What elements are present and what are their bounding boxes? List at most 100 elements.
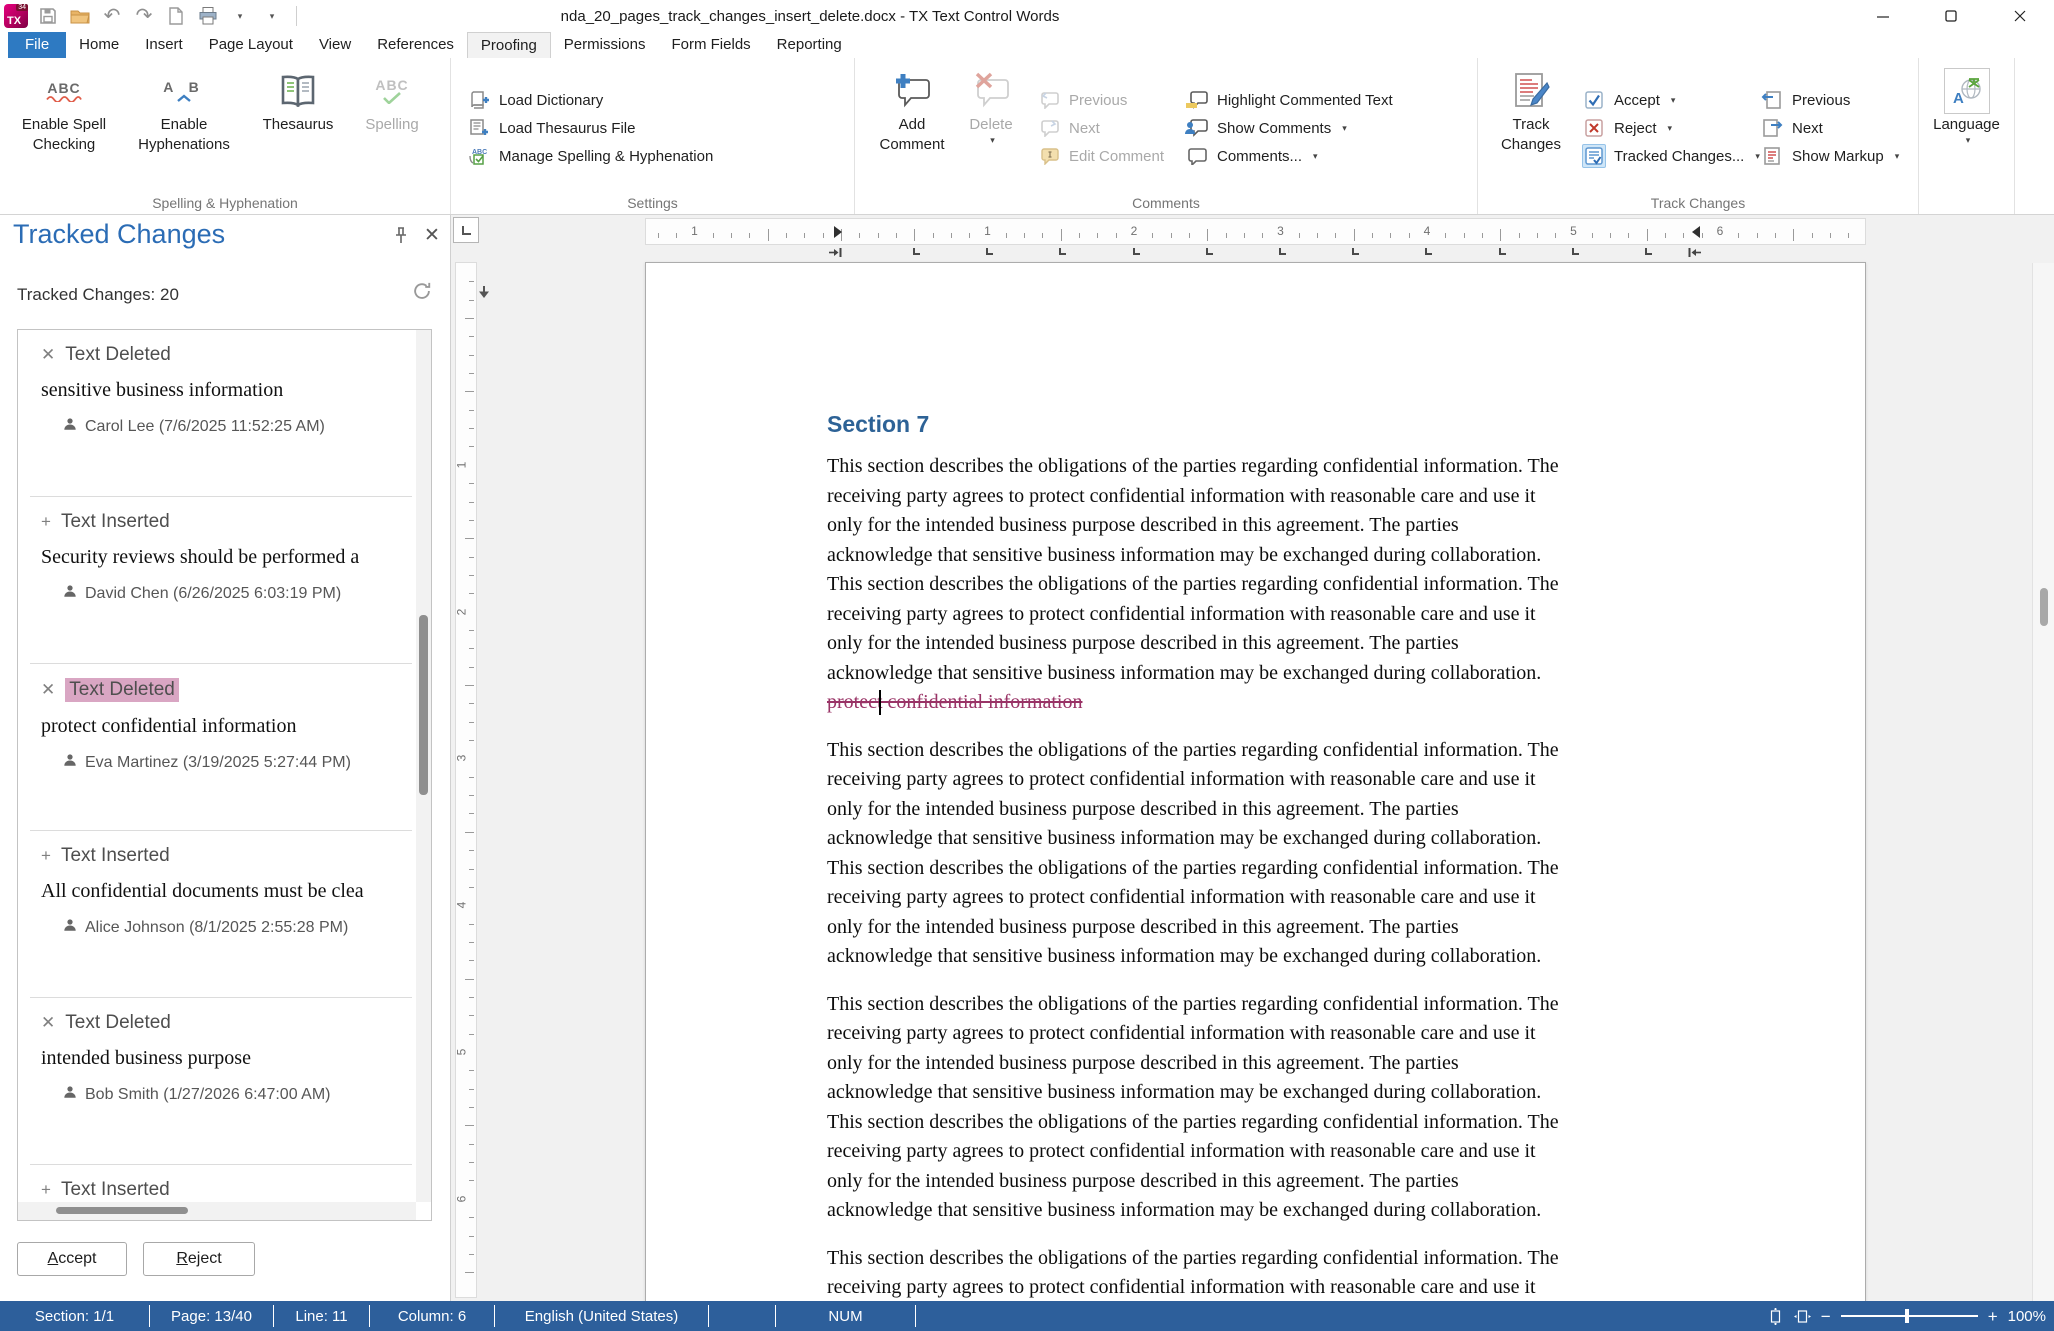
tab-references[interactable]: References	[364, 32, 467, 58]
zoom-slider-thumb[interactable]	[1905, 1309, 1909, 1323]
comments-dialog-dropdown-icon[interactable]: ▾	[1313, 151, 1318, 162]
load-thesaurus-file-button[interactable]: Load Thesaurus File	[459, 114, 721, 142]
left-margin-marker[interactable]	[834, 226, 842, 238]
document-page[interactable]: Section 7This section describes the obli…	[645, 262, 1866, 1301]
tab-home[interactable]: Home	[66, 32, 132, 58]
thesaurus-button[interactable]: Thesaurus	[248, 58, 348, 214]
tab-insert[interactable]: Insert	[132, 32, 196, 58]
ruler-tick	[469, 1144, 474, 1145]
manage-spelling-hyphenation-button[interactable]: ABC Manage Spelling & Hyphenation	[459, 142, 721, 170]
tab-reporting[interactable]: Reporting	[764, 32, 855, 58]
print-dropdown-icon[interactable]: ▾	[228, 4, 252, 28]
right-indent-marker[interactable]	[1687, 247, 1702, 258]
tab-stop-marker[interactable]	[1279, 248, 1286, 255]
reject-button[interactable]: Reject	[143, 1242, 255, 1276]
enable-spell-checking-button[interactable]: ABC Enable Spell Checking	[8, 58, 120, 214]
qat-customize-dropdown-icon[interactable]: ▾	[260, 4, 284, 28]
list-vertical-scrollbar[interactable]	[416, 330, 431, 1202]
tracked-change-item[interactable]: +Text InsertedSecurity reviews should be…	[18, 497, 416, 664]
fit-width-icon[interactable]	[1794, 1308, 1811, 1325]
print-icon[interactable]	[196, 4, 220, 28]
delete-comment-button[interactable]: Delete ▾	[953, 58, 1029, 214]
reject-dropdown-icon[interactable]: ▾	[1668, 123, 1673, 134]
tab-form-fields[interactable]: Form Fields	[658, 32, 763, 58]
vertical-ruler[interactable]: 123456	[455, 262, 477, 1298]
list-vertical-scrollbar-thumb[interactable]	[419, 615, 428, 795]
enable-hyphenations-button[interactable]: A B Enable Hyphenations	[120, 58, 248, 214]
panel-close-icon[interactable]: ✕	[424, 224, 440, 247]
reject-change-button[interactable]: Reject ▾	[1574, 114, 1752, 142]
tab-stop-marker[interactable]	[986, 248, 993, 255]
load-dictionary-button[interactable]: Load Dictionary	[459, 86, 721, 114]
previous-comment-button[interactable]: Previous	[1029, 86, 1177, 114]
redo-icon[interactable]: ↷	[132, 4, 156, 28]
previous-change-button[interactable]: Previous	[1752, 86, 1912, 114]
tab-stop-marker[interactable]	[1206, 248, 1213, 255]
status-language[interactable]: English (United States)	[495, 1305, 709, 1327]
next-comment-button[interactable]: Next	[1029, 114, 1177, 142]
tracked-change-item[interactable]: ✕Text Deletedintended business purposeBo…	[18, 998, 416, 1165]
tab-file[interactable]: File	[8, 32, 66, 58]
tab-proofing[interactable]: Proofing	[467, 32, 551, 58]
new-document-icon[interactable]	[164, 4, 188, 28]
list-horizontal-scrollbar-thumb[interactable]	[56, 1207, 188, 1214]
refresh-icon[interactable]	[412, 281, 432, 306]
tab-page-layout[interactable]: Page Layout	[196, 32, 306, 58]
language-button[interactable]: A Language ▾	[1919, 58, 2014, 214]
tab-stop-marker[interactable]	[1425, 248, 1432, 255]
track-changes-button[interactable]: Track Changes	[1488, 58, 1574, 214]
show-comments-button[interactable]: Show Comments ▾	[1177, 114, 1477, 142]
tracked-change-item[interactable]: ✕Text Deletedsensitive business informat…	[18, 330, 416, 497]
tab-stop-marker[interactable]	[1645, 248, 1652, 255]
pin-icon[interactable]	[393, 227, 409, 250]
tab-selector-box[interactable]	[453, 217, 479, 243]
zoom-out-button[interactable]: −	[1821, 1308, 1831, 1325]
tab-stop-marker[interactable]	[1572, 248, 1579, 255]
save-icon[interactable]	[36, 4, 60, 28]
highlight-commented-text-button[interactable]: Highlight Commented Text	[1177, 86, 1477, 114]
fit-page-icon[interactable]	[1767, 1308, 1784, 1325]
tx-logo-icon[interactable]: TX 34	[4, 4, 28, 28]
right-margin-marker[interactable]	[1692, 226, 1700, 238]
close-button[interactable]	[1986, 0, 2054, 32]
open-icon[interactable]	[68, 4, 92, 28]
accept-dropdown-icon[interactable]: ▾	[1671, 95, 1676, 106]
tracked-change-item[interactable]: +Text Inserted	[18, 1165, 416, 1202]
show-markup-dropdown-icon[interactable]: ▾	[1895, 151, 1900, 162]
tab-permissions[interactable]: Permissions	[551, 32, 659, 58]
tab-stop-marker[interactable]	[1133, 248, 1140, 255]
delete-dropdown-icon[interactable]: ▾	[990, 135, 995, 146]
tab-stop-marker[interactable]	[1499, 248, 1506, 255]
zoom-slider[interactable]	[1841, 1315, 1978, 1317]
document-text[interactable]: Section 7This section describes the obli…	[827, 263, 1707, 1301]
maximize-button[interactable]	[1917, 0, 1985, 32]
next-change-button[interactable]: Next	[1752, 114, 1912, 142]
show-comments-dropdown-icon[interactable]: ▾	[1342, 123, 1347, 134]
tracked-changes-dialog-button[interactable]: Tracked Changes... ▾	[1574, 142, 1752, 170]
list-horizontal-scrollbar[interactable]	[18, 1202, 416, 1220]
edit-comment-button[interactable]: Edit Comment	[1029, 142, 1177, 170]
first-line-indent-marker[interactable]	[828, 247, 843, 258]
tab-stop-marker[interactable]	[913, 248, 920, 255]
document-vertical-scrollbar[interactable]	[2032, 263, 2054, 1301]
comments-dialog-button[interactable]: Comments... ▾	[1177, 142, 1477, 170]
spelling-button[interactable]: ABC Spelling	[348, 58, 436, 214]
document-vertical-scrollbar-thumb[interactable]	[2040, 588, 2048, 626]
minimize-button[interactable]	[1849, 0, 1917, 32]
horizontal-ruler[interactable]: 1123456	[645, 218, 1866, 245]
tab-stop-marker[interactable]	[1059, 248, 1066, 255]
add-comment-button[interactable]: Add Comment	[871, 58, 953, 214]
show-markup-button[interactable]: Show Markup ▾	[1752, 142, 1912, 170]
accept-change-button[interactable]: Accept ▾	[1574, 86, 1752, 114]
undo-icon[interactable]: ↶	[100, 4, 124, 28]
language-dropdown-icon[interactable]: ▾	[1966, 135, 1971, 146]
tab-stop-marker[interactable]	[1352, 248, 1359, 255]
tracked-change-item[interactable]: +Text InsertedAll confidential documents…	[18, 831, 416, 998]
accept-button[interactable]: Accept	[17, 1242, 127, 1276]
tab-view[interactable]: View	[306, 32, 364, 58]
top-margin-marker[interactable]	[478, 285, 490, 299]
zoom-in-button[interactable]: +	[1988, 1308, 1998, 1325]
text-inserted-plus-icon: +	[41, 513, 51, 531]
tracked-change-item[interactable]: ✕Text Deletedprotect confidential inform…	[18, 664, 416, 831]
tracked-changes-list[interactable]: ✕Text Deletedsensitive business informat…	[17, 329, 432, 1221]
